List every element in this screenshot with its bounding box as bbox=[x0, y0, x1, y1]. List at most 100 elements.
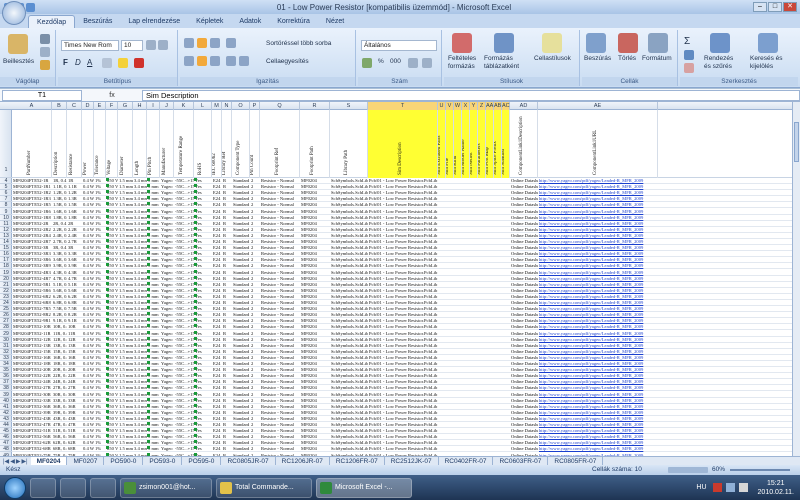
table-cell[interactable]: 1% bbox=[95, 312, 106, 318]
table-cell[interactable]: 16R bbox=[68, 355, 82, 361]
table-cell[interactable]: Online Datasheet bbox=[511, 276, 538, 282]
table-cell[interactable]: 2R, 0.4 W bbox=[53, 221, 67, 227]
table-cell[interactable]: SchSymbols.SchLib bbox=[331, 446, 368, 452]
table-cell[interactable]: MF0204FTE52-15R bbox=[13, 349, 52, 355]
table-cell[interactable]: 1% bbox=[95, 300, 106, 306]
table-cell[interactable]: 1.5 mm bbox=[119, 355, 133, 361]
table-cell[interactable]: Online Datasheet bbox=[511, 428, 538, 434]
table-cell[interactable]: Yes bbox=[195, 294, 212, 300]
cut-icon[interactable] bbox=[40, 34, 50, 44]
table-cell[interactable]: MF0204 bbox=[301, 404, 330, 410]
clock[interactable]: 15:21 2010.02.11. bbox=[758, 479, 794, 497]
table-cell[interactable]: SchSymbols.SchLib bbox=[331, 263, 368, 269]
table-cell[interactable]: Yageo bbox=[161, 385, 174, 391]
table-cell[interactable]: 0.4 W bbox=[83, 221, 94, 227]
table-cell[interactable]: Yes bbox=[195, 343, 212, 349]
table-cell[interactable]: E24 bbox=[213, 202, 222, 208]
underline-icon[interactable]: A bbox=[87, 58, 92, 67]
table-cell[interactable]: E24 bbox=[213, 318, 222, 324]
table-cell[interactable]: 3.4 mm bbox=[134, 245, 147, 251]
table-cell[interactable]: 1% bbox=[95, 446, 106, 452]
table-cell[interactable]: MF0204FTE52-6R2 bbox=[13, 294, 52, 300]
table-cell[interactable]: 1% bbox=[95, 324, 106, 330]
header-cell[interactable]: Footprint Path bbox=[300, 110, 330, 178]
table-cell[interactable]: Yageo bbox=[161, 306, 174, 312]
number-format-select[interactable]: Általános bbox=[361, 40, 437, 51]
table-cell[interactable]: SchSymbols.SchLib bbox=[331, 306, 368, 312]
datasheet-link[interactable]: http://www.yageo.com/pdf/yageo/Leaded-R_… bbox=[539, 294, 658, 300]
table-cell[interactable]: SchSymbols.SchLib bbox=[331, 373, 368, 379]
table-cell[interactable]: E24 bbox=[213, 251, 222, 257]
header-cell[interactable]: Voltage bbox=[106, 110, 118, 178]
table-cell[interactable]: MF0204 bbox=[301, 398, 330, 404]
table-cell[interactable]: R bbox=[223, 428, 232, 434]
column-header[interactable]: X bbox=[462, 102, 470, 110]
table-cell[interactable]: -55C...+155C bbox=[175, 257, 194, 263]
table-cell[interactable]: 3.4 mm bbox=[134, 434, 147, 440]
table-cell[interactable]: 1% bbox=[95, 440, 106, 446]
percent-icon[interactable]: % bbox=[378, 58, 384, 65]
header-cell[interactable]: RoHS bbox=[194, 110, 212, 178]
bold-icon[interactable]: F bbox=[63, 58, 68, 67]
table-cell[interactable]: E24 bbox=[213, 337, 222, 343]
name-box[interactable]: T1 bbox=[2, 89, 82, 101]
table-cell[interactable]: E24 bbox=[213, 331, 222, 337]
table-cell[interactable]: R bbox=[223, 373, 232, 379]
table-cell[interactable]: Online Datasheet bbox=[511, 422, 538, 428]
table-cell[interactable]: Online Datasheet bbox=[511, 184, 538, 190]
table-cell[interactable]: MF0204 bbox=[301, 331, 330, 337]
table-cell[interactable]: 1.5 mm bbox=[119, 178, 133, 184]
table-cell[interactable]: Yes bbox=[195, 392, 212, 398]
datasheet-link[interactable]: http://www.yageo.com/pdf/yageo/Leaded-R_… bbox=[539, 300, 658, 306]
table-cell[interactable]: Resistor - Normal bbox=[261, 239, 300, 245]
table-cell[interactable]: Resistor - Normal bbox=[261, 257, 300, 263]
table-cell[interactable]: MF0204FTE52-22R bbox=[13, 373, 52, 379]
table-cell[interactable]: 1R, 0.4 W bbox=[53, 178, 67, 184]
table-cell[interactable]: 1.5 mm bbox=[119, 270, 133, 276]
table-cell[interactable]: 3.4 mm bbox=[134, 276, 147, 282]
table-cell[interactable]: MF0204FTE52-3R6 bbox=[13, 257, 52, 263]
table-cell[interactable]: Pcb\01 - Low Power Resistor.PcbLib bbox=[369, 440, 445, 446]
table-cell[interactable]: E24 bbox=[213, 385, 222, 391]
table-cell[interactable]: 10R, 0.4 W bbox=[53, 324, 67, 330]
table-cell[interactable]: 0.4 W bbox=[83, 178, 94, 184]
table-cell[interactable]: Yes bbox=[195, 349, 212, 355]
currency-icon[interactable] bbox=[362, 58, 372, 68]
table-cell[interactable]: Yes bbox=[195, 233, 212, 239]
zoom-level[interactable]: 60% bbox=[712, 465, 725, 475]
office-button[interactable] bbox=[2, 1, 26, 25]
table-cell[interactable]: 2.7R bbox=[68, 239, 82, 245]
table-cell[interactable]: MF0204FTE52-10R bbox=[13, 324, 52, 330]
table-cell[interactable]: 4.7R, 0.4 W bbox=[53, 276, 67, 282]
view-buttons[interactable] bbox=[668, 467, 708, 473]
table-cell[interactable]: Standard bbox=[233, 209, 250, 215]
table-cell[interactable]: Standard bbox=[233, 434, 250, 440]
table-cell[interactable]: Standard bbox=[233, 440, 250, 446]
table-cell[interactable]: 1% bbox=[95, 343, 106, 349]
header-cell[interactable]: Power bbox=[82, 110, 94, 178]
table-cell[interactable]: Resistor - Normal bbox=[261, 367, 300, 373]
table-cell[interactable]: Yes bbox=[195, 324, 212, 330]
table-cell[interactable]: Resistor - Normal bbox=[261, 202, 300, 208]
internet-explorer-icon[interactable] bbox=[60, 477, 86, 498]
column-header[interactable]: Y bbox=[470, 102, 478, 110]
table-cell[interactable]: Resistor - Normal bbox=[261, 294, 300, 300]
table-cell[interactable]: E24 bbox=[213, 215, 222, 221]
table-cell[interactable]: MF0204FTE52-6R8 bbox=[13, 300, 52, 306]
table-cell[interactable]: Standard bbox=[233, 190, 250, 196]
table-cell[interactable]: SchSymbols.SchLib bbox=[331, 361, 368, 367]
table-cell[interactable]: Resistor - Normal bbox=[261, 312, 300, 318]
table-cell[interactable]: Resistor - Normal bbox=[261, 379, 300, 385]
table-cell[interactable]: Standard bbox=[233, 251, 250, 257]
table-cell[interactable]: MF0204FTE52-51R bbox=[13, 428, 52, 434]
table-cell[interactable]: E24 bbox=[213, 306, 222, 312]
table-cell[interactable]: Pcb\01 - Low Power Resistor.PcbLib bbox=[369, 196, 445, 202]
table-cell[interactable]: 1% bbox=[95, 355, 106, 361]
table-cell[interactable]: 0.4 W bbox=[83, 318, 94, 324]
table-cell[interactable]: Resistor - Normal bbox=[261, 392, 300, 398]
table-cell[interactable]: 3.4 mm bbox=[134, 184, 147, 190]
table-cell[interactable]: E24 bbox=[213, 233, 222, 239]
table-cell[interactable]: 56R, 0.4 W bbox=[53, 434, 67, 440]
table-cell[interactable]: 20R, 0.4 W bbox=[53, 367, 67, 373]
table-cell[interactable]: R bbox=[223, 276, 232, 282]
